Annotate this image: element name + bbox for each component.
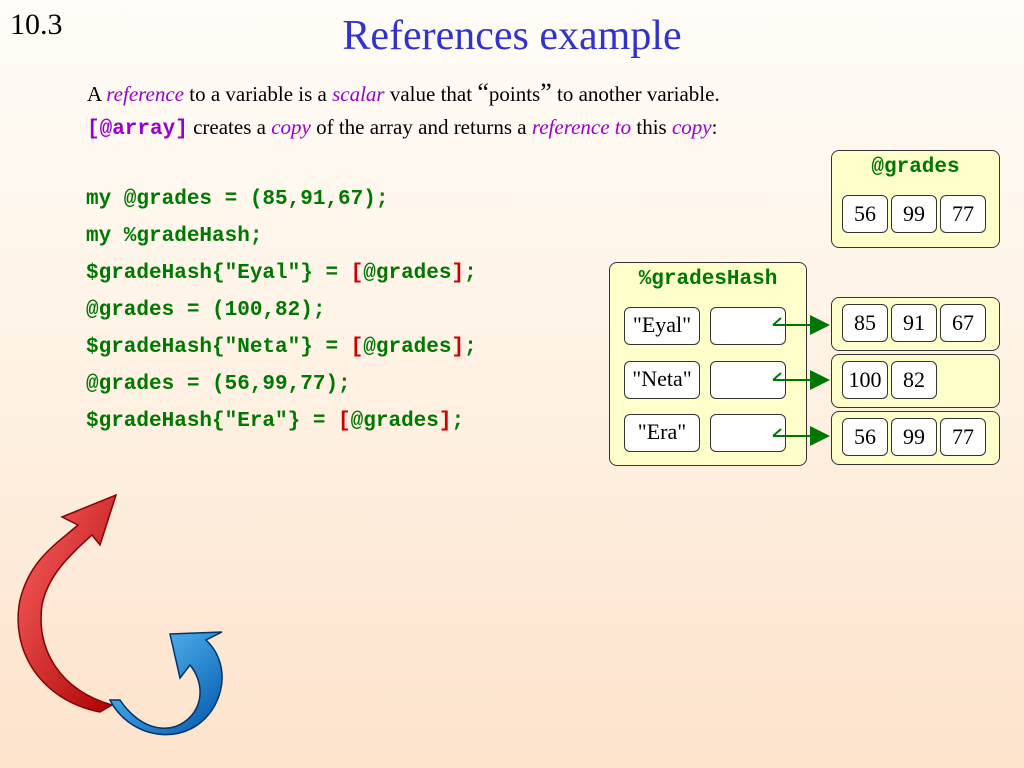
reference-arrow — [772, 372, 782, 381]
diagram-overlay — [17, 315, 830, 736]
red-curved-arrow-icon — [17, 493, 118, 713]
blue-curved-arrow-icon — [108, 631, 223, 736]
reference-arrow — [772, 317, 782, 326]
reference-arrow — [772, 428, 782, 437]
